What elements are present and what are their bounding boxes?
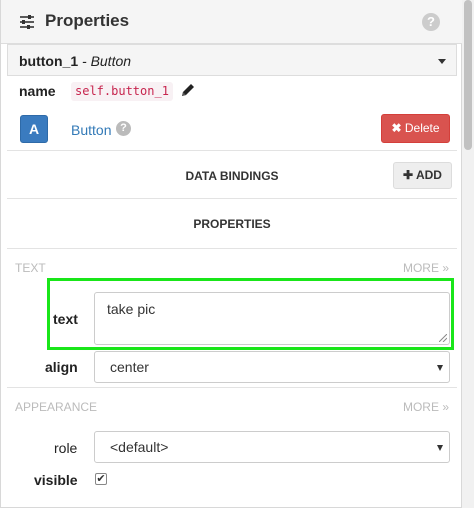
caret-down-icon <box>437 365 443 371</box>
text-group-title: TEXT <box>15 261 46 275</box>
component-type: Button <box>90 53 132 69</box>
data-bindings-title: DATA BINDINGS <box>185 169 279 183</box>
pencil-icon[interactable] <box>180 82 196 98</box>
align-label: align <box>45 359 78 375</box>
align-value: center <box>110 359 149 375</box>
align-select[interactable]: center <box>94 351 450 383</box>
delete-label: Delete <box>404 121 440 135</box>
role-value: <default> <box>110 439 169 455</box>
question-circle-icon[interactable]: ? <box>422 13 440 31</box>
caret-down-icon <box>438 59 446 64</box>
add-binding-button[interactable]: ✚ ADD <box>393 162 452 189</box>
appearance-group-header: APPEARANCE MORE » <box>7 387 457 423</box>
highlight-box <box>47 278 454 350</box>
panel-title: Properties <box>45 11 130 30</box>
role-label: role <box>54 440 78 456</box>
appearance-group-title: APPEARANCE <box>15 400 98 414</box>
button-component-icon: A <box>20 115 48 143</box>
component-label: button_1 - Button <box>19 53 131 69</box>
appearance-more-toggle[interactable]: MORE » <box>403 400 449 414</box>
more-label: MORE <box>402 400 439 414</box>
more-label: MORE <box>402 261 439 275</box>
data-bindings-section: DATA BINDINGS <box>7 150 457 198</box>
sliders-icon <box>20 15 34 29</box>
component-name: button_1 <box>19 53 79 69</box>
name-label: name <box>19 83 56 99</box>
visible-checkbox[interactable]: ✔ <box>95 473 107 485</box>
component-name-code: self.button_1 <box>71 82 173 101</box>
add-label: ADD <box>415 168 442 182</box>
chevron-double-down-icon: » <box>442 261 449 275</box>
properties-section: PROPERTIES <box>7 198 457 248</box>
scrollbar[interactable] <box>462 0 474 508</box>
component-separator: - <box>78 53 91 69</box>
role-select[interactable]: <default> <box>94 431 450 463</box>
plus-icon: ✚ <box>403 168 414 182</box>
component-type-link[interactable]: Button <box>71 122 111 138</box>
visible-label: visible <box>34 472 78 488</box>
scrollbar-thumb[interactable] <box>464 0 472 150</box>
question-circle-icon[interactable]: ? <box>116 121 131 136</box>
check-icon: ✔ <box>96 473 106 485</box>
properties-title: PROPERTIES <box>193 217 271 231</box>
text-more-toggle[interactable]: MORE » <box>403 261 449 275</box>
component-selector[interactable]: button_1 - Button <box>7 44 457 76</box>
properties-panel: Properties ? button_1 - Button name self… <box>0 0 463 508</box>
times-icon: ✖ <box>391 121 402 135</box>
caret-down-icon <box>437 445 443 451</box>
chevron-double-down-icon: » <box>442 400 449 414</box>
properties-header: Properties ? <box>1 0 463 44</box>
delete-button[interactable]: ✖ Delete <box>381 114 450 143</box>
